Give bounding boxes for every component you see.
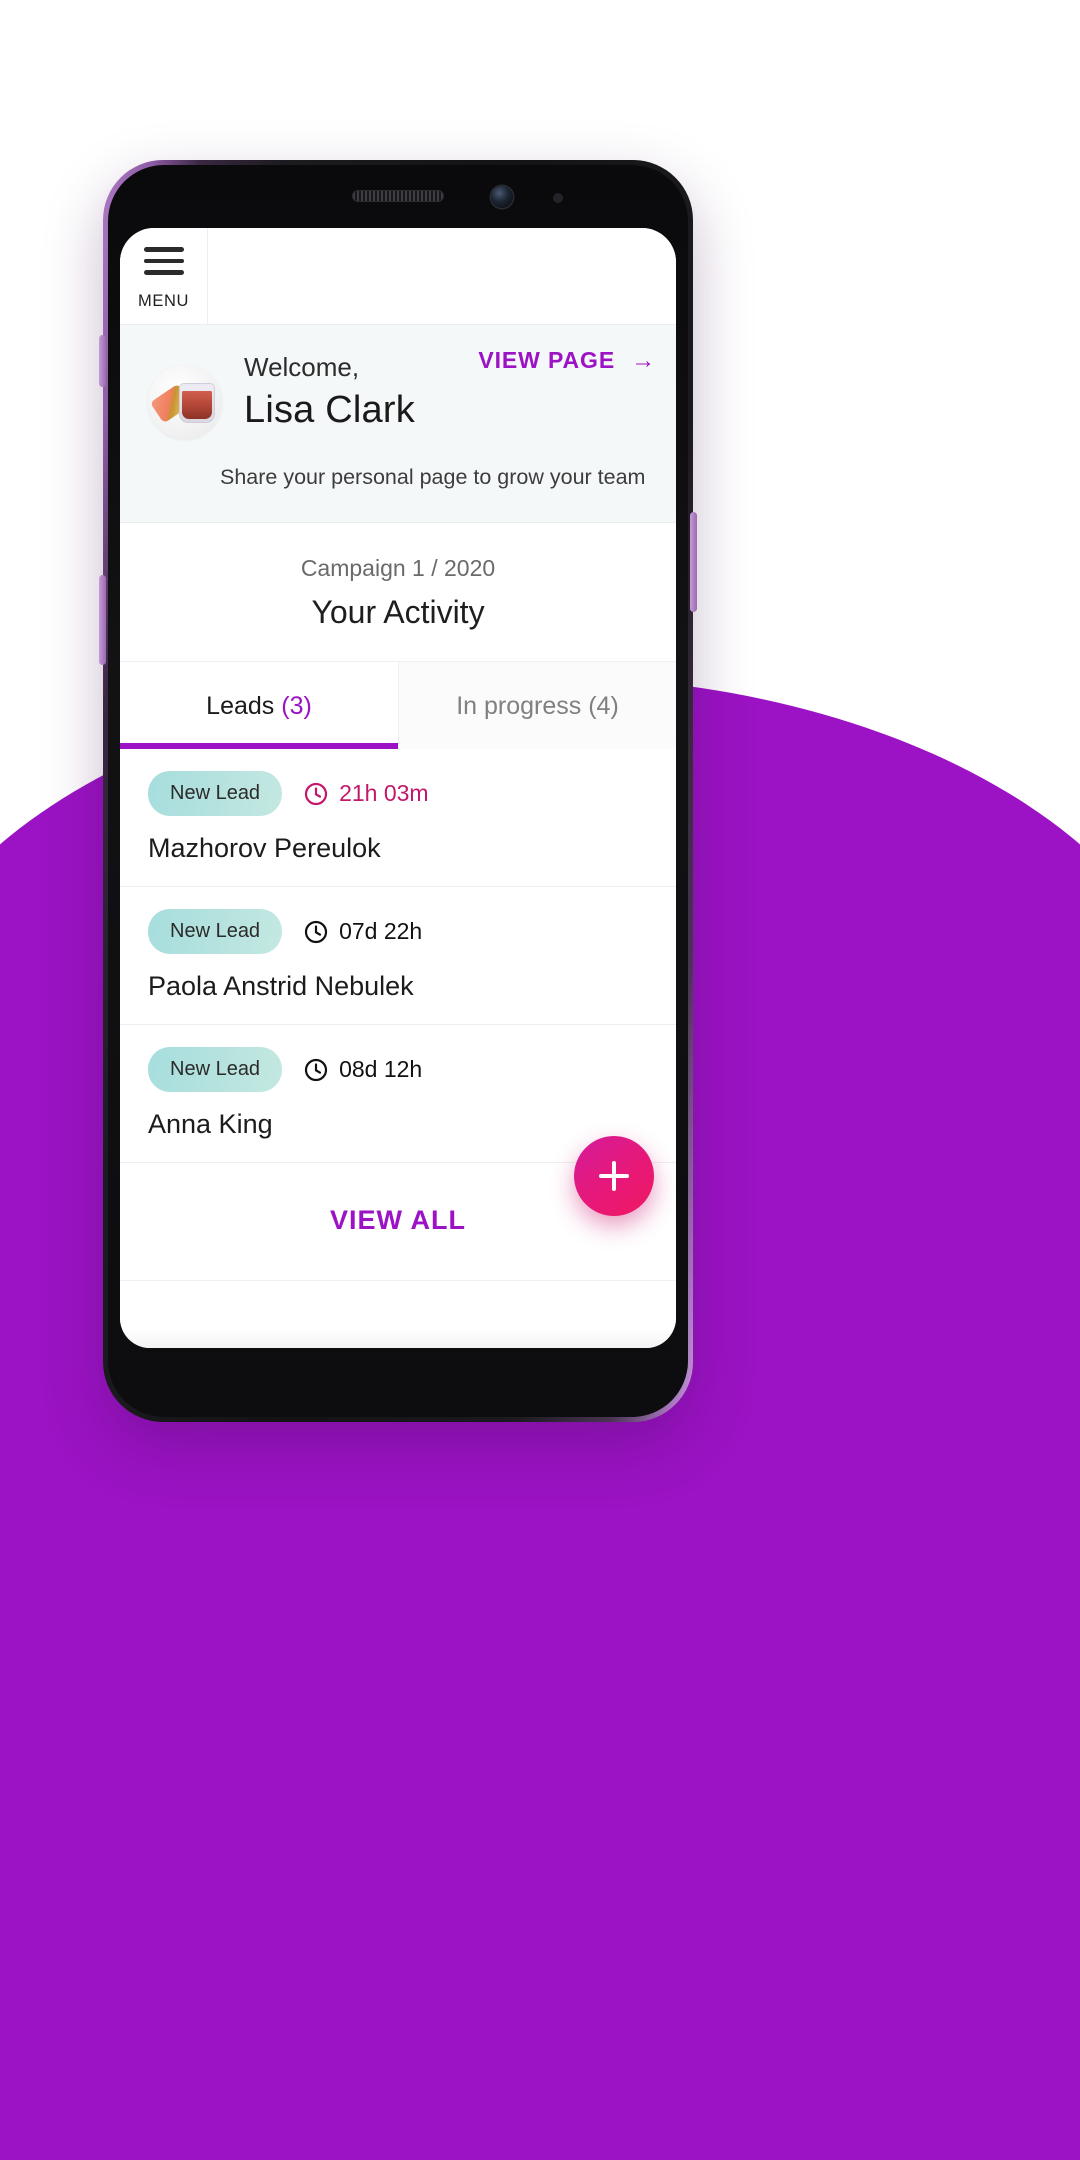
campaign-section: Campaign 1 / 2020 Your Activity — [120, 523, 676, 662]
lead-meta: New Lead 08d 12h — [148, 1047, 676, 1093]
lead-meta: New Lead 21h 03m — [148, 771, 676, 817]
tab-leads-label: Leads — [206, 692, 275, 721]
proximity-sensor — [553, 193, 563, 203]
lead-list: New Lead 21h 03m Mazhorov Pereulok New L… — [120, 749, 676, 1164]
tab-leads-count: (3) — [281, 692, 312, 721]
screen-bottom-space — [120, 1281, 676, 1348]
view-all-button[interactable]: VIEW ALL — [330, 1205, 466, 1235]
lead-time-text: 07d 22h — [339, 918, 423, 945]
screenshot-root: MENU VIEW PAGE → Welcome, Lisa Clark Sha… — [0, 0, 1080, 2160]
status-badge: New Lead — [148, 909, 283, 955]
arrow-right-icon: → — [631, 346, 656, 374]
menu-button[interactable]: MENU — [120, 228, 208, 324]
earpiece-speaker — [352, 190, 444, 202]
table-row[interactable]: New Lead 21h 03m Mazhorov Pereulok — [120, 749, 676, 888]
phone-button-left-lower[interactable] — [99, 575, 106, 665]
lead-timer: 07d 22h — [304, 918, 422, 945]
lead-timer: 21h 03m — [304, 780, 429, 807]
phone-button-left-upper[interactable] — [99, 335, 106, 387]
lead-time-text: 21h 03m — [339, 780, 429, 807]
welcome-card: VIEW PAGE → Welcome, Lisa Clark Share yo… — [120, 324, 676, 524]
clock-icon — [304, 920, 328, 943]
tab-in-progress-label: In progress (4) — [456, 692, 619, 721]
lead-name: Mazhorov Pereulok — [148, 833, 381, 864]
tab-leads[interactable]: Leads (3) — [120, 662, 398, 750]
menu-button-label: MENU — [138, 291, 189, 310]
lead-meta: New Lead 07d 22h — [148, 909, 676, 955]
add-lead-fab[interactable] — [574, 1136, 654, 1216]
hamburger-menu-icon — [143, 247, 184, 275]
campaign-label: Campaign 1 / 2020 — [300, 555, 496, 582]
status-badge: New Lead — [148, 1047, 283, 1093]
welcome-subtitle: Share your personal page to grow your te… — [220, 465, 646, 489]
clock-icon — [304, 1058, 328, 1081]
lead-timer: 08d 12h — [304, 1056, 422, 1083]
avatar[interactable] — [148, 365, 222, 439]
cosmetics-jar-shape — [179, 383, 215, 423]
lead-name: Anna King — [148, 1109, 273, 1140]
app-bar: MENU — [120, 228, 676, 324]
view-page-link[interactable]: VIEW PAGE → — [478, 347, 676, 374]
front-camera — [491, 186, 513, 208]
page-title: Your Activity — [311, 594, 485, 631]
lead-time-text: 08d 12h — [339, 1056, 423, 1083]
view-page-label: VIEW PAGE — [478, 347, 616, 373]
tab-in-progress[interactable]: In progress (4) — [398, 662, 676, 750]
user-name: Lisa Clark — [244, 388, 415, 431]
status-badge: New Lead — [148, 771, 283, 817]
phone-button-right[interactable] — [690, 512, 697, 612]
tab-bar: Leads (3) In progress (4) — [120, 661, 676, 750]
lead-name: Paola Anstrid Nebulek — [148, 971, 414, 1002]
clock-icon — [304, 782, 328, 805]
plus-icon — [599, 1161, 629, 1191]
table-row[interactable]: New Lead 07d 22h Paola Anstrid Nebulek — [120, 887, 676, 1026]
